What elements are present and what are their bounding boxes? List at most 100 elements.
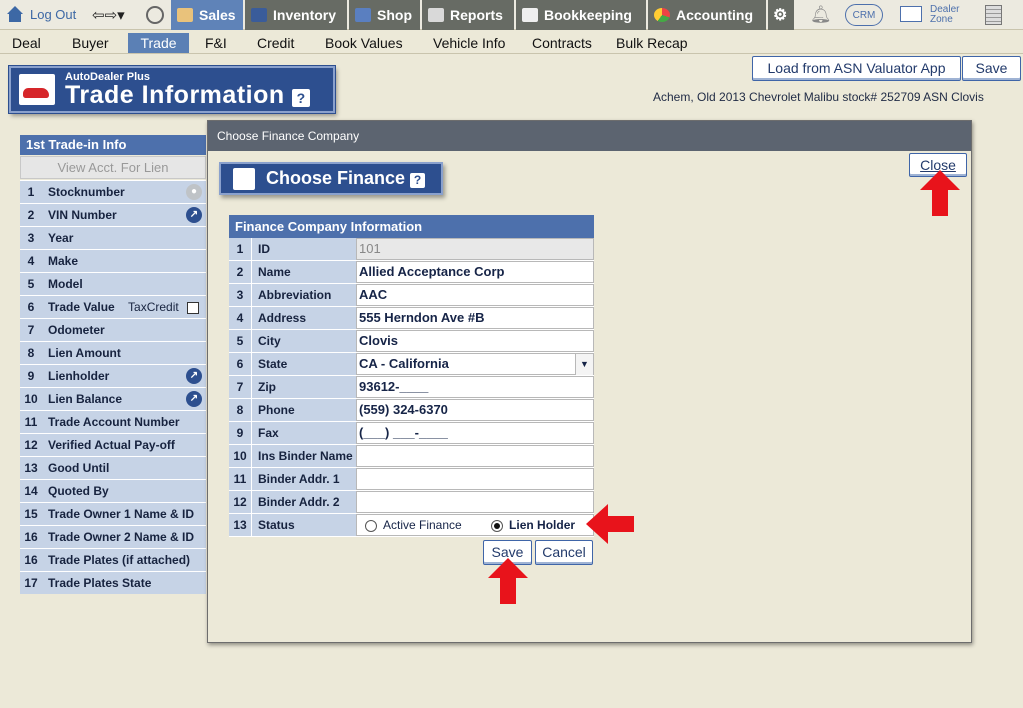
field-label: Name bbox=[251, 261, 356, 283]
row-label-text: Make bbox=[48, 254, 79, 268]
load-valuator-button[interactable]: Load from ASN Valuator App bbox=[752, 56, 961, 81]
row-label-text: Verified Actual Pay-off bbox=[48, 438, 175, 452]
row-label-text: Trade Account Number bbox=[48, 415, 180, 429]
row-number: 11 bbox=[24, 415, 38, 429]
stocknumber-icon[interactable]: ● bbox=[186, 184, 202, 200]
row-label: Lien Balance bbox=[42, 392, 206, 406]
field-label: City bbox=[251, 330, 356, 352]
gear-icon[interactable]: ⚙ bbox=[768, 0, 794, 30]
finance-field-input[interactable] bbox=[356, 468, 594, 490]
finance-row: 4 Address 555 Herndon Ave #B bbox=[229, 307, 594, 330]
finance-field-input[interactable]: Clovis bbox=[356, 330, 594, 352]
row-number: 1 bbox=[229, 238, 251, 260]
subnav-buyer[interactable]: Buyer bbox=[62, 33, 119, 53]
view-account-for-lien-button[interactable]: View Acct. For Lien bbox=[20, 156, 206, 179]
row-number: 3 bbox=[229, 284, 251, 306]
row-label-text: Model bbox=[48, 277, 83, 291]
tab-accounting[interactable]: Accounting bbox=[648, 0, 766, 30]
row-label-text: Trade Owner 1 Name & ID bbox=[48, 507, 195, 521]
finance-row: 5 City Clovis bbox=[229, 330, 594, 353]
tab-bookkeeping[interactable]: Bookkeeping bbox=[516, 0, 646, 30]
help-icon[interactable]: ? bbox=[410, 173, 426, 188]
page-title-text: Trade Information bbox=[65, 81, 285, 109]
active-finance-radio[interactable] bbox=[365, 519, 377, 532]
finance-field-input[interactable] bbox=[356, 445, 594, 467]
tab-inventory[interactable]: Inventory bbox=[245, 0, 347, 30]
subnav-contracts[interactable]: Contracts bbox=[522, 33, 602, 53]
dealer-zone-link[interactable]: Dealer Zone bbox=[930, 5, 970, 25]
bell-icon[interactable]: 🔔︎ bbox=[810, 5, 832, 25]
lookup-arrow-icon[interactable]: ↗ bbox=[186, 207, 202, 223]
crm-button[interactable]: CRM bbox=[845, 4, 883, 26]
tab-sales[interactable]: Sales bbox=[171, 0, 243, 30]
row-number: 9 bbox=[229, 422, 251, 444]
finance-icon bbox=[233, 168, 255, 190]
trade-row: 1 Stocknumber ● bbox=[20, 180, 206, 203]
chevron-down-icon[interactable]: ▼ bbox=[575, 354, 593, 375]
trade-in-panel: 1st Trade-in Info View Acct. For Lien 1S… bbox=[20, 135, 206, 594]
finance-field-input[interactable]: 555 Herndon Ave #B bbox=[356, 307, 594, 329]
row-number: 6 bbox=[229, 353, 251, 375]
field-label: State bbox=[251, 353, 356, 375]
field-label: Fax bbox=[251, 422, 356, 444]
lookup-arrow-icon[interactable]: ↗ bbox=[186, 391, 202, 407]
annotation-arrow-left-status bbox=[586, 504, 634, 544]
status-field: Active Finance Lien Holder bbox=[356, 514, 594, 536]
subnav-vehicle-info[interactable]: Vehicle Info bbox=[423, 33, 515, 53]
lookup-arrow-icon[interactable]: ↗ bbox=[186, 368, 202, 384]
subnav-credit[interactable]: Credit bbox=[247, 33, 304, 53]
finance-field-input[interactable]: Allied Acceptance Corp bbox=[356, 261, 594, 283]
row-number: 4 bbox=[229, 307, 251, 329]
subnav-bulk-recap[interactable]: Bulk Recap bbox=[606, 33, 698, 53]
subnav-deal[interactable]: Deal bbox=[2, 33, 51, 53]
row-label-text: Odometer bbox=[48, 323, 105, 337]
row-label-text: Quoted By bbox=[48, 484, 109, 498]
dialog-cancel-button[interactable]: Cancel bbox=[535, 540, 593, 565]
tab-reports[interactable]: Reports bbox=[422, 0, 514, 30]
tab-shop[interactable]: Shop bbox=[349, 0, 420, 30]
finance-field-input[interactable] bbox=[356, 491, 594, 513]
trade-row: 12 Verified Actual Pay-off bbox=[20, 433, 206, 456]
row-number: 2 bbox=[229, 261, 251, 283]
id-field: 101 bbox=[356, 238, 594, 260]
calculator-icon[interactable] bbox=[985, 5, 1002, 25]
lien-holder-radio[interactable] bbox=[491, 519, 504, 532]
row-label-text: Year bbox=[48, 231, 74, 245]
dialog-title: Choose Finance Company bbox=[208, 121, 971, 151]
trade-row: 17 Trade Plates State bbox=[20, 571, 206, 594]
field-label: Abbreviation bbox=[251, 284, 356, 306]
finance-field-input[interactable]: (___) ___-____ bbox=[356, 422, 594, 444]
row-number: 8 bbox=[27, 346, 35, 360]
help-icon[interactable]: ? bbox=[292, 89, 311, 107]
dealer-zone-icon[interactable] bbox=[900, 6, 922, 22]
finance-row: 3 Abbreviation AAC bbox=[229, 284, 594, 307]
finance-row: 6 State CA - California ▼ bbox=[229, 353, 594, 376]
state-select-value: CA - California bbox=[359, 356, 449, 371]
page-title: Trade Information ? bbox=[65, 81, 311, 110]
logout-link[interactable]: Log Out bbox=[6, 6, 76, 22]
subnav-fi[interactable]: F&I bbox=[195, 33, 237, 53]
back-forward-icon[interactable]: ⇦⇨▾ bbox=[92, 6, 125, 24]
active-finance-label: Active Finance bbox=[383, 518, 462, 532]
row-number: 5 bbox=[27, 277, 35, 291]
state-select[interactable]: CA - California ▼ bbox=[356, 353, 594, 375]
home-icon bbox=[6, 6, 24, 22]
save-button[interactable]: Save bbox=[962, 56, 1021, 81]
row-label: VIN Number bbox=[42, 208, 206, 222]
subnav-book-values[interactable]: Book Values bbox=[315, 33, 413, 53]
user-icon[interactable] bbox=[146, 6, 164, 24]
field-label: Zip bbox=[251, 376, 356, 398]
choose-finance-logo: Choose Finance ? bbox=[219, 162, 443, 195]
finance-row: 9 Fax (___) ___-____ bbox=[229, 422, 594, 445]
finance-field-input[interactable]: 93612-____ bbox=[356, 376, 594, 398]
subnav-trade[interactable]: Trade bbox=[128, 33, 189, 53]
field-label: ID bbox=[251, 238, 356, 260]
salesperson-icon bbox=[177, 8, 193, 22]
row-number: 11 bbox=[229, 468, 251, 490]
finance-row: 10 Ins Binder Name bbox=[229, 445, 594, 468]
finance-field-input[interactable]: (559) 324-6370 bbox=[356, 399, 594, 421]
tax-credit-checkbox[interactable] bbox=[186, 301, 199, 314]
finance-row: 11 Binder Addr. 1 bbox=[229, 468, 594, 491]
finance-field-input[interactable]: AAC bbox=[356, 284, 594, 306]
choose-finance-heading: Choose Finance ? bbox=[266, 164, 426, 193]
